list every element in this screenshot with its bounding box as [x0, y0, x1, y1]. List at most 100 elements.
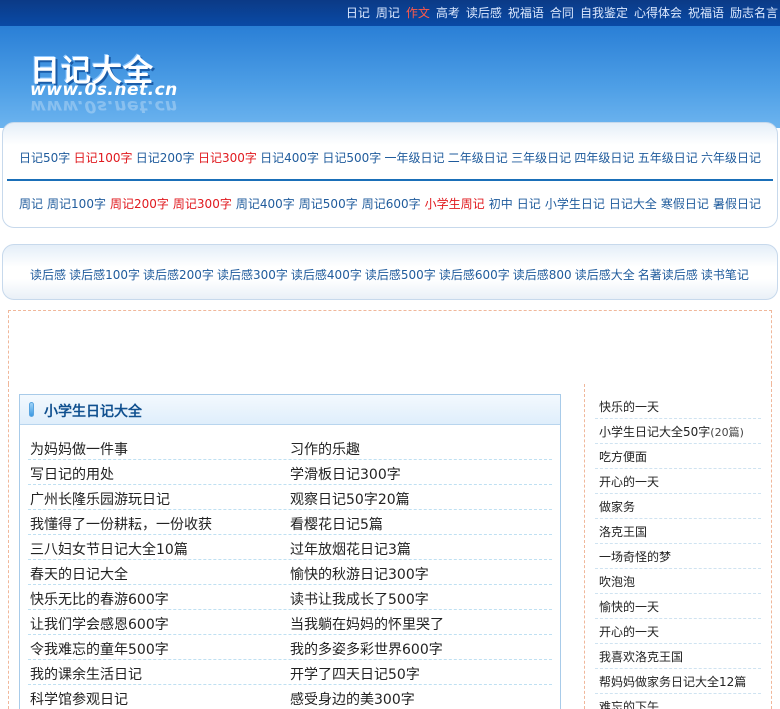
weekly-nav-link[interactable]: 周记400字 — [236, 195, 295, 212]
side-item-label: 愉快的一天 — [599, 600, 660, 614]
side-item-label: 开心的一天 — [599, 475, 660, 489]
weekly-nav-link[interactable]: 小学生日记 — [545, 195, 605, 212]
article-row: 三八妇女节日记大全10篇 过年放烟花日记3篇 — [28, 535, 552, 560]
diary-nav-link[interactable]: 一年级日记 — [385, 149, 445, 166]
diary-nav-link[interactable]: 日记400字 — [260, 149, 319, 166]
diary-nav-link[interactable]: 六年级日记 — [701, 149, 761, 166]
diary-nav-link[interactable]: 日记500字 — [322, 149, 381, 166]
reading-nav-link[interactable]: 读后感200字 — [143, 266, 214, 283]
article-link[interactable]: 观察日记50字20篇 — [290, 489, 410, 509]
weekly-nav-link[interactable]: 周记300字 — [173, 195, 232, 212]
weekly-nav-link[interactable]: 周记600字 — [362, 195, 421, 212]
article-link[interactable]: 广州长隆乐园游玩日记 — [30, 489, 170, 509]
article-row: 春天的日记大全 愉快的秋游日记300字 — [28, 560, 552, 585]
reading-nav-link[interactable]: 读后感400字 — [291, 266, 362, 283]
ad-placeholder — [8, 310, 772, 384]
diary-nav-link[interactable]: 日记300字 — [198, 149, 257, 166]
article-link[interactable]: 三八妇女节日记大全10篇 — [30, 539, 188, 559]
weekly-nav-link[interactable]: 周记100字 — [47, 195, 106, 212]
top-nav-link[interactable]: 读后感 — [466, 4, 502, 22]
weekly-nav-link[interactable]: 暑假日记 — [713, 195, 761, 212]
reading-nav-link[interactable]: 读后感大全 — [575, 266, 635, 283]
diary-nav-link[interactable]: 三年级日记 — [511, 149, 571, 166]
article-link[interactable]: 写日记的用处 — [30, 464, 114, 484]
weekly-nav-link[interactable]: 日记 — [517, 195, 541, 212]
article-link[interactable]: 春天的日记大全 — [30, 564, 128, 584]
side-list-item[interactable]: 快乐的一天 — [595, 394, 761, 419]
reading-nav-link[interactable]: 读后感500字 — [365, 266, 436, 283]
article-link[interactable]: 让我们学会感恩600字 — [30, 614, 169, 634]
article-link[interactable]: 我懂得了一份耕耘，一份收获 — [30, 514, 212, 534]
reading-nav-link[interactable]: 读后感300字 — [217, 266, 288, 283]
side-list-item[interactable]: 难忘的下午 — [595, 694, 761, 709]
side-item-label: 一场奇怪的梦 — [599, 550, 672, 564]
diary-nav-link[interactable]: 日记100字 — [74, 149, 133, 166]
section-header: 小学生日记大全 — [20, 395, 560, 425]
reading-nav-link[interactable]: 名著读后感 — [638, 266, 698, 283]
reading-nav-panel: 读后感 读后感100字 读后感200字 读后感300字 读后感400字 读后感500字 读后… — [2, 244, 778, 300]
article-link[interactable]: 令我难忘的童年500字 — [30, 639, 169, 659]
article-link[interactable]: 我的多姿多彩世界600字 — [290, 639, 443, 659]
article-row: 广州长隆乐园游玩日记 观察日记50字20篇 — [28, 485, 552, 510]
article-link[interactable]: 读书让我成长了500字 — [290, 589, 429, 609]
top-nav-link[interactable]: 合同 — [550, 4, 574, 22]
side-item-label: 吹泡泡 — [599, 575, 636, 589]
side-list-item[interactable]: 吹泡泡 — [595, 569, 761, 594]
reading-nav-link[interactable]: 读后感800 — [513, 266, 572, 283]
top-nav-link[interactable]: 自我鉴定 — [580, 4, 628, 22]
weekly-nav-link[interactable]: 周记 — [19, 195, 43, 212]
weekly-nav-link[interactable]: 初中 — [489, 195, 513, 212]
side-list-item[interactable]: 做家务 — [595, 494, 761, 519]
weekly-nav-link[interactable]: 周记500字 — [299, 195, 358, 212]
reading-nav-link[interactable]: 读后感100字 — [69, 266, 140, 283]
article-row: 让我们学会感恩600字 当我躺在妈妈的怀里哭了 — [28, 610, 552, 635]
top-nav-link[interactable]: 高考 — [436, 4, 460, 22]
article-link[interactable]: 学滑板日记300字 — [290, 464, 401, 484]
section-title[interactable]: 小学生日记大全 — [44, 401, 142, 421]
side-list-item[interactable]: 帮妈妈做家务日记大全12篇 — [595, 669, 761, 694]
top-nav-link[interactable]: 心得体会 — [634, 4, 682, 22]
side-list-item[interactable]: 开心的一天 — [595, 619, 761, 644]
top-nav-link[interactable]: 作文 — [406, 4, 430, 22]
article-link[interactable]: 开学了四天日记50字 — [290, 664, 420, 684]
side-list-item[interactable]: 开心的一天 — [595, 469, 761, 494]
diary-nav-link[interactable]: 二年级日记 — [448, 149, 508, 166]
top-bar: 日记 周记 作文 高考 读后感 祝福语 合同 自我鉴定 心得体会 祝福语 励志名言 — [0, 0, 780, 26]
article-row: 快乐无比的春游600字 读书让我成长了500字 — [28, 585, 552, 610]
side-list-item[interactable]: 洛克王国 — [595, 519, 761, 544]
weekly-nav-link[interactable]: 周记200字 — [110, 195, 169, 212]
side-item-label: 难忘的下午 — [599, 700, 660, 709]
reading-nav-link[interactable]: 读后感 — [30, 266, 66, 283]
article-link[interactable]: 看樱花日记5篇 — [290, 514, 383, 534]
top-nav-link[interactable]: 日记 — [346, 4, 370, 22]
site-logo-reflection: www.0s.net.cn — [30, 96, 178, 116]
top-nav-link[interactable]: 周记 — [376, 4, 400, 22]
diary-nav-link[interactable]: 日记200字 — [136, 149, 195, 166]
article-link[interactable]: 为妈妈做一件事 — [30, 439, 128, 459]
weekly-nav-link[interactable]: 日记大全 — [609, 195, 657, 212]
reading-nav-link[interactable]: 读后感600字 — [439, 266, 510, 283]
side-list-item[interactable]: 愉快的一天 — [595, 594, 761, 619]
article-link[interactable]: 我的课余生活日记 — [30, 664, 142, 684]
article-link[interactable]: 科学馆参观日记 — [30, 689, 128, 709]
side-list-item[interactable]: 小学生日记大全50字(20篇) — [595, 419, 761, 444]
top-nav-link[interactable]: 励志名言 — [730, 4, 778, 22]
side-list-item[interactable]: 一场奇怪的梦 — [595, 544, 761, 569]
article-link[interactable]: 过年放烟花日记3篇 — [290, 539, 411, 559]
article-link[interactable]: 当我躺在妈妈的怀里哭了 — [290, 614, 444, 634]
article-link[interactable]: 习作的乐趣 — [290, 439, 360, 459]
weekly-nav-link[interactable]: 小学生周记 — [425, 195, 485, 212]
diary-nav-link[interactable]: 四年级日记 — [574, 149, 634, 166]
article-link[interactable]: 快乐无比的春游600字 — [30, 589, 169, 609]
article-link[interactable]: 感受身边的美300字 — [290, 689, 415, 709]
article-row: 写日记的用处 学滑板日记300字 — [28, 460, 552, 485]
top-nav-link[interactable]: 祝福语 — [688, 4, 724, 22]
reading-nav-link[interactable]: 读书笔记 — [701, 266, 749, 283]
top-nav-link[interactable]: 祝福语 — [508, 4, 544, 22]
side-list-item[interactable]: 我喜欢洛克王国 — [595, 644, 761, 669]
diary-nav-link[interactable]: 日记50字 — [19, 149, 70, 166]
side-list-item[interactable]: 吃方便面 — [595, 444, 761, 469]
diary-nav-link[interactable]: 五年级日记 — [638, 149, 698, 166]
article-link[interactable]: 愉快的秋游日记300字 — [290, 564, 429, 584]
weekly-nav-link[interactable]: 寒假日记 — [661, 195, 709, 212]
